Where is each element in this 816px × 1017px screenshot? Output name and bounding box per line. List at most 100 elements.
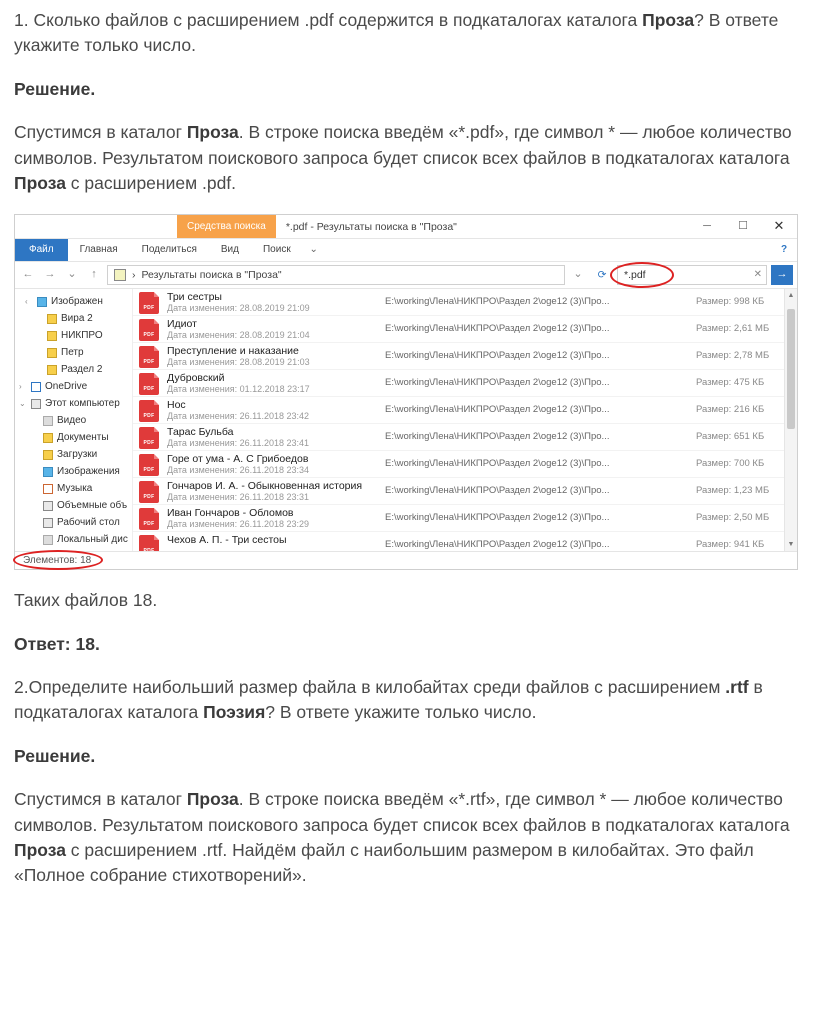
- tree-folder-icon: [43, 450, 53, 460]
- file-row[interactable]: Горе от ума - А. С ГрибоедовДата изменен…: [133, 450, 797, 477]
- file-row[interactable]: Тарас БульбаДата изменения: 26.11.2018 2…: [133, 423, 797, 450]
- refresh-icon[interactable]: ⟳: [591, 268, 613, 283]
- tree-folder-icon: [47, 314, 57, 324]
- tree-item[interactable]: Объемные объ: [15, 497, 132, 514]
- pdf-file-icon: [139, 535, 159, 551]
- tree-item[interactable]: Изображения: [15, 463, 132, 480]
- tree-item[interactable]: ⌄Этот компьютер: [15, 395, 132, 412]
- window-title: *.pdf - Результаты поиска в "Проза": [276, 215, 689, 238]
- file-size: Размер: 475 КБ: [696, 372, 791, 390]
- close-button[interactable]: ✕: [761, 215, 797, 238]
- tree-item[interactable]: Документы: [15, 429, 132, 446]
- breadcrumb-dropdown-icon[interactable]: ⌄: [569, 266, 587, 284]
- file-path: E:\working\Лена\НИКПРО\Раздел 2\oge12 (3…: [385, 534, 688, 551]
- file-date: Дата изменения: 26.11.2018 23:34: [167, 465, 377, 476]
- file-row[interactable]: Гончаров И. А. - Обыкновенная историяДат…: [133, 477, 797, 504]
- file-main: Преступление и наказаниеДата изменения: …: [167, 345, 377, 368]
- file-main: НосДата изменения: 26.11.2018 23:42: [167, 399, 377, 422]
- tree-item[interactable]: Рабочий стол: [15, 514, 132, 531]
- file-size: Размер: 2,78 МБ: [696, 345, 791, 363]
- scroll-up-icon[interactable]: ▲: [785, 289, 797, 302]
- s1b: Проза: [187, 122, 239, 142]
- tree-item[interactable]: Раздел 2: [15, 361, 132, 378]
- pdf-file-icon: [139, 319, 159, 341]
- tree-item[interactable]: Вира 2: [15, 310, 132, 327]
- file-size: Размер: 651 КБ: [696, 426, 791, 444]
- tree-folder-icon: [47, 365, 57, 375]
- ribbon-collapse-icon[interactable]: ⌄: [303, 239, 325, 261]
- file-row[interactable]: НосДата изменения: 26.11.2018 23:42E:\wo…: [133, 396, 797, 423]
- tree-pc-icon: [43, 501, 53, 511]
- file-row[interactable]: ДубровскийДата изменения: 01.12.2018 23:…: [133, 369, 797, 396]
- maximize-button[interactable]: ☐: [725, 215, 761, 238]
- tree-item[interactable]: Загрузки: [15, 446, 132, 463]
- file-name: Три сестры: [167, 291, 377, 303]
- tree-item[interactable]: ‹ Изображен: [15, 293, 132, 310]
- file-name: Тарас Бульба: [167, 426, 377, 438]
- minimize-button[interactable]: ─: [689, 215, 725, 238]
- file-date: Дата изменения: 26.11.2018 23:29: [167, 519, 377, 530]
- search-tools-tab[interactable]: Средства поиска: [177, 215, 276, 238]
- clear-search-icon[interactable]: ✕: [754, 268, 762, 283]
- file-main: ДубровскийДата изменения: 01.12.2018 23:…: [167, 372, 377, 395]
- file-row[interactable]: ИдиотДата изменения: 28.08.2019 21:04E:\…: [133, 315, 797, 342]
- scroll-thumb[interactable]: [787, 309, 795, 429]
- explorer-window: Средства поиска *.pdf - Результаты поиск…: [14, 214, 798, 570]
- q1-bold: Проза: [642, 10, 694, 30]
- file-size: Размер: 216 КБ: [696, 399, 791, 417]
- file-name: Преступление и наказание: [167, 345, 377, 357]
- solution-heading-1: Решение.: [14, 77, 798, 102]
- tree-twist-icon[interactable]: ›: [19, 381, 27, 393]
- nav-forward-icon[interactable]: →: [41, 266, 59, 284]
- scrollbar[interactable]: ▲ ▼: [784, 289, 797, 551]
- tree-twist-icon[interactable]: ‹: [25, 296, 33, 308]
- ribbon-tab-share[interactable]: Поделиться: [130, 239, 209, 261]
- tree-item[interactable]: Локальный дис: [15, 531, 132, 548]
- file-path: E:\working\Лена\НИКПРО\Раздел 2\oge12 (3…: [385, 345, 688, 363]
- help-icon[interactable]: ?: [771, 239, 797, 261]
- pdf-file-icon: [139, 400, 159, 422]
- search-input[interactable]: *.pdf ✕: [617, 265, 767, 285]
- tree-item[interactable]: Петр: [15, 344, 132, 361]
- file-tab[interactable]: Файл: [15, 239, 68, 261]
- pdf-file-icon: [139, 292, 159, 314]
- file-list-pane[interactable]: Три сестрыДата изменения: 28.08.2019 21:…: [133, 289, 797, 551]
- file-size: Размер: 2,61 МБ: [696, 318, 791, 336]
- breadcrumb[interactable]: › Результаты поиска в "Проза": [107, 265, 565, 285]
- q2a: 2.Определите наибольший размер файла в к…: [14, 677, 725, 697]
- tree-label: Изображен: [51, 295, 103, 310]
- nav-up-icon[interactable]: ↑: [85, 266, 103, 284]
- file-name: Гончаров И. А. - Обыкновенная история: [167, 480, 377, 492]
- tree-label: Рабочий стол: [57, 516, 120, 531]
- navigation-pane[interactable]: ‹ ИзображенВира 2 НИКПРОПетрРаздел 2›OneDr…: [15, 289, 133, 551]
- s1d: Проза: [14, 173, 66, 193]
- tree-twist-icon[interactable]: ⌄: [19, 398, 27, 410]
- tree-od-icon: [31, 382, 41, 392]
- nav-recent-icon[interactable]: ⌄: [63, 266, 81, 284]
- tree-item[interactable]: Видео: [15, 412, 132, 429]
- ribbon-tab-search[interactable]: Поиск: [251, 239, 303, 261]
- s2b: Проза: [187, 789, 239, 809]
- pdf-file-icon: [139, 481, 159, 503]
- file-row[interactable]: Три сестрыДата изменения: 28.08.2019 21:…: [133, 289, 797, 315]
- tree-item[interactable]: Музыка: [15, 480, 132, 497]
- search-go-button[interactable]: →: [771, 265, 793, 285]
- ribbon-tab-home[interactable]: Главная: [68, 239, 130, 261]
- q1-text-a: 1. Сколько файлов с расширением .pdf сод…: [14, 10, 642, 30]
- tree-label: НИКПРО: [61, 329, 103, 344]
- window-buttons: ─ ☐ ✕: [689, 215, 797, 238]
- status-bar: Элементов: 18: [15, 551, 797, 569]
- file-size: Размер: 941 КБ: [696, 534, 791, 551]
- tree-item[interactable]: НИКПРО: [15, 327, 132, 344]
- tree-pc-icon: [43, 518, 53, 528]
- tree-label: Документы: [57, 431, 109, 446]
- ribbon-tab-view[interactable]: Вид: [209, 239, 251, 261]
- tree-item[interactable]: ›OneDrive: [15, 378, 132, 395]
- file-row[interactable]: Преступление и наказаниеДата изменения: …: [133, 342, 797, 369]
- scroll-down-icon[interactable]: ▼: [785, 538, 797, 551]
- file-row[interactable]: Чехов А. П. - Три сестоыE:\working\Лена\…: [133, 531, 797, 551]
- result-line-1: Таких файлов 18.: [14, 588, 798, 613]
- nav-back-icon[interactable]: ←: [19, 266, 37, 284]
- file-row[interactable]: Иван Гончаров - ОбломовДата изменения: 2…: [133, 504, 797, 531]
- tree-label: Локальный дис: [57, 533, 128, 548]
